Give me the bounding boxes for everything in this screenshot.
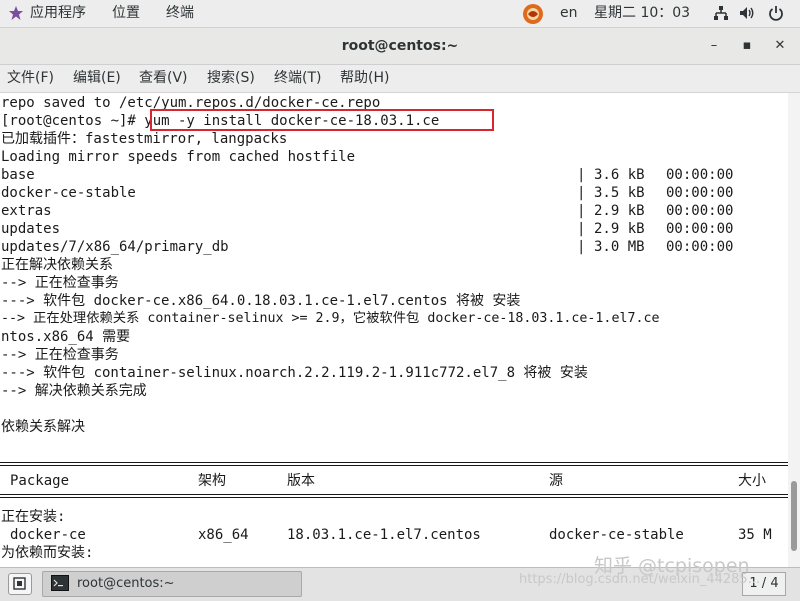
power-icon[interactable] bbox=[768, 5, 784, 21]
repo-name: docker-ce-stable bbox=[1, 185, 136, 201]
terminal-line: ---> 软件包 container-selinux.noarch.2.2.11… bbox=[1, 365, 588, 381]
repo-size: 2.9 kB bbox=[594, 221, 645, 237]
table-cell-repo: docker-ce-stable bbox=[549, 527, 684, 543]
repo-size: 3.6 kB bbox=[594, 167, 645, 183]
table-separator bbox=[0, 494, 788, 495]
table-cell-version: 18.03.1.ce-1.el7.centos bbox=[287, 527, 481, 543]
terminal-line: ntos.x86_64 需要 bbox=[1, 329, 131, 345]
repo-name: extras bbox=[1, 203, 52, 219]
terminal-line: --> 正在检查事务 bbox=[1, 275, 119, 291]
maximize-button[interactable]: ▪ bbox=[736, 36, 758, 56]
repo-name: base bbox=[1, 167, 35, 183]
terminal-line: --> 正在检查事务 bbox=[1, 347, 119, 363]
applications-menu[interactable]: 应用程序 bbox=[30, 0, 86, 27]
repo-size: 2.9 kB bbox=[594, 203, 645, 219]
table-separator bbox=[0, 497, 788, 498]
table-header-arch: 架构 bbox=[198, 473, 226, 489]
repo-separator: | bbox=[577, 203, 586, 219]
terminal-line: --> 正在处理依赖关系 container-selinux >= 2.9，它被… bbox=[1, 311, 660, 326]
clock[interactable]: 星期二 10：03 bbox=[594, 0, 690, 27]
menu-view[interactable]: 查看(V) bbox=[139, 65, 188, 92]
places-menu[interactable]: 位置 bbox=[112, 0, 140, 27]
terminal-line: 为依赖而安装: bbox=[1, 545, 94, 561]
taskbar-window-label: root@centos:~ bbox=[77, 576, 175, 591]
table-cell-size: 35 M bbox=[738, 527, 772, 543]
table-cell-package: docker-ce bbox=[10, 527, 86, 543]
watermark-url: https://blog.csdn.net/weixin_44285... bbox=[519, 572, 761, 587]
table-separator bbox=[0, 462, 788, 463]
network-icon[interactable] bbox=[713, 5, 729, 21]
terminal-icon bbox=[51, 575, 69, 591]
repo-name: updates bbox=[1, 221, 61, 237]
menu-search[interactable]: 搜索(S) bbox=[207, 65, 255, 92]
taskbar-window-terminal[interactable]: root@centos:~ bbox=[42, 571, 302, 597]
repo-separator: | bbox=[577, 221, 586, 237]
table-header-version: 版本 bbox=[287, 473, 315, 489]
window-titlebar[interactable]: root@centos:~ – ▪ ✕ bbox=[0, 28, 800, 65]
table-header-size: 大小 bbox=[738, 473, 766, 489]
terminal-line: 依赖关系解决 bbox=[1, 419, 85, 435]
repo-time: 00:00:00 bbox=[666, 239, 734, 255]
window-title: root@centos:~ bbox=[341, 38, 459, 54]
repo-time: 00:00:00 bbox=[666, 167, 734, 183]
volume-icon[interactable] bbox=[739, 5, 755, 21]
menu-edit[interactable]: 编辑(E) bbox=[73, 65, 121, 92]
table-separator bbox=[0, 465, 788, 466]
terminal-line: ---> 软件包 docker-ce.x86_64.0.18.03.1.ce-1… bbox=[1, 293, 521, 309]
repo-separator: | bbox=[577, 185, 586, 201]
terminal-line: 正在解决依赖关系 bbox=[1, 257, 113, 273]
repo-time: 00:00:00 bbox=[666, 221, 734, 237]
table-cell-arch: x86_64 bbox=[198, 527, 249, 543]
terminal-line: 已加载插件：fastestmirror, langpacks bbox=[1, 131, 288, 147]
terminal-line: 正在安装: bbox=[1, 509, 66, 525]
repo-time: 00:00:00 bbox=[666, 185, 734, 201]
input-language-indicator[interactable]: en bbox=[560, 0, 578, 27]
table-header-package: Package bbox=[10, 473, 70, 489]
menu-bar: 文件(F) 编辑(E) 查看(V) 搜索(S) 终端(T) 帮助(H) bbox=[0, 65, 800, 93]
terminal-output[interactable]: repo saved to /etc/yum.repos.d/docker-ce… bbox=[0, 93, 788, 567]
app-indicator-icon[interactable] bbox=[522, 3, 544, 25]
terminal-scrollbar[interactable] bbox=[788, 93, 800, 567]
repo-separator: | bbox=[577, 167, 586, 183]
minimize-button[interactable]: – bbox=[703, 36, 725, 56]
repo-size: 3.0 MB bbox=[594, 239, 645, 255]
apps-menu-icon bbox=[9, 6, 23, 20]
repo-time: 00:00:00 bbox=[666, 203, 734, 219]
menu-file[interactable]: 文件(F) bbox=[7, 65, 54, 92]
show-desktop-icon bbox=[13, 577, 26, 590]
menu-help[interactable]: 帮助(H) bbox=[340, 65, 389, 92]
terminal-line: --> 解决依赖关系完成 bbox=[1, 383, 147, 399]
table-header-repo: 源 bbox=[549, 473, 563, 489]
terminal-line: Loading mirror speeds from cached hostfi… bbox=[1, 149, 356, 165]
repo-separator: | bbox=[577, 239, 586, 255]
repo-name: updates/7/x86_64/primary_db bbox=[1, 239, 229, 255]
repo-size: 3.5 kB bbox=[594, 185, 645, 201]
gnome-top-bar: 应用程序 位置 终端 en 星期二 10：03 bbox=[0, 0, 800, 28]
command-highlight-box bbox=[150, 109, 494, 131]
terminal-app-menu[interactable]: 终端 bbox=[166, 0, 194, 27]
scrollbar-thumb[interactable] bbox=[791, 481, 797, 551]
close-button[interactable]: ✕ bbox=[769, 36, 791, 56]
menu-terminal[interactable]: 终端(T) bbox=[274, 65, 321, 92]
show-desktop-button[interactable] bbox=[8, 573, 32, 595]
